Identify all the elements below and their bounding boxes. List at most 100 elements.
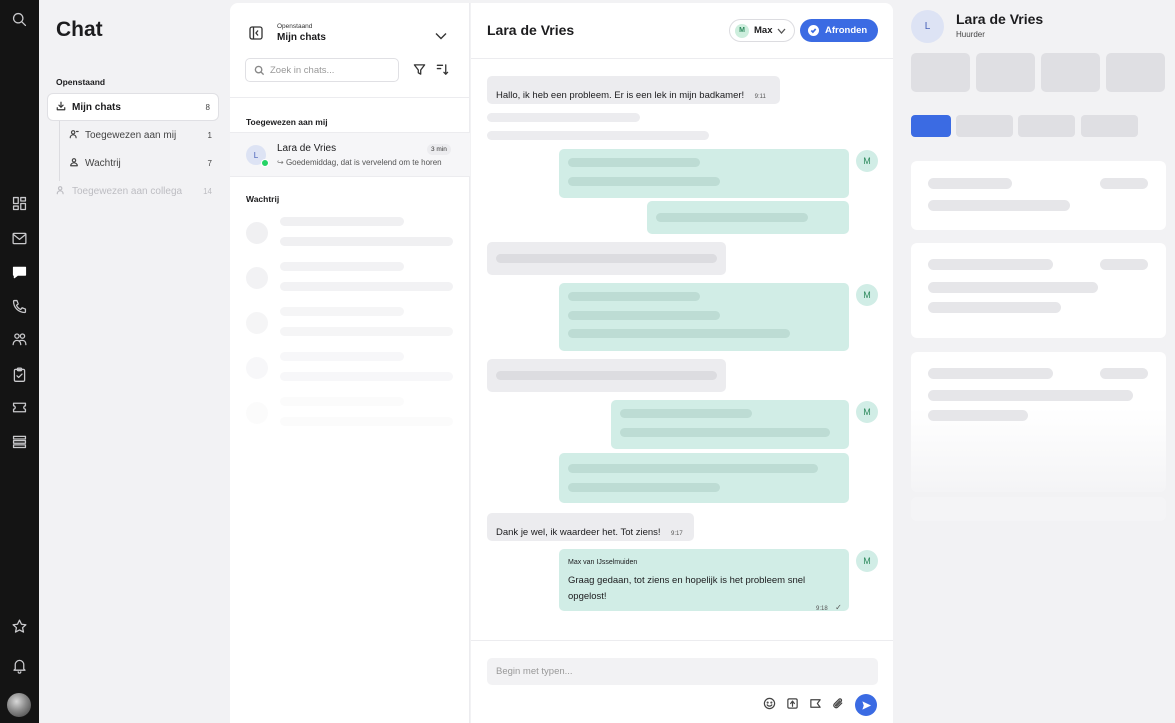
message-outgoing-placeholder (559, 283, 849, 351)
info-card-placeholder (911, 352, 1166, 492)
skeleton-line (568, 177, 720, 186)
filter-icon[interactable] (413, 63, 426, 81)
chevron-down-icon (777, 28, 786, 34)
colleague-icon (56, 185, 66, 198)
skeleton-line (1100, 259, 1148, 270)
message-sender: Max van IJsselmuiden (568, 559, 638, 566)
star-icon[interactable] (9, 616, 29, 636)
skeleton-line (280, 262, 404, 271)
skeleton-line (928, 282, 1098, 293)
skeleton-line (928, 302, 1061, 313)
phone-icon[interactable] (9, 296, 29, 316)
search-input[interactable] (270, 64, 390, 76)
skeleton-line (620, 409, 752, 418)
user-avatar[interactable] (7, 693, 31, 717)
skeleton-line (928, 390, 1133, 401)
skeleton-line (568, 483, 720, 492)
search-icon (254, 65, 265, 75)
info-card-placeholder (911, 161, 1166, 230)
message-input[interactable] (487, 658, 878, 685)
nav-item-count: 8 (205, 102, 210, 112)
skeleton-line (568, 464, 818, 473)
tab-placeholder[interactable] (956, 115, 1013, 137)
message-incoming: Hallo, ik heb een probleem. Er is een le… (487, 76, 780, 104)
chevron-down-icon[interactable] (434, 28, 448, 46)
assignee-name: Max (754, 25, 773, 36)
quick-reply-icon[interactable] (809, 697, 823, 711)
skeleton-line (568, 311, 720, 320)
skeleton-line (280, 327, 453, 336)
tab-placeholder[interactable] (1081, 115, 1138, 137)
tab-placeholder[interactable] (1018, 115, 1075, 137)
conversation-contact-name: Lara de Vries (487, 22, 575, 38)
message-outgoing: Max van IJsselmuiden Graag gedaan, tot z… (559, 549, 849, 612)
skeleton-line (568, 329, 790, 338)
skeleton-line (487, 113, 640, 122)
collapse-panel-icon[interactable] (249, 26, 263, 40)
contact-panel: L Lara de Vries Huurder (893, 0, 1175, 723)
skeleton-line (928, 259, 1053, 270)
finish-button[interactable]: Afronden (800, 19, 878, 42)
dashboard-icon[interactable] (9, 193, 29, 213)
tasks-icon[interactable] (9, 364, 29, 384)
nav-item-count: 1 (207, 130, 212, 140)
skeleton-line (656, 213, 808, 222)
search-icon[interactable] (9, 9, 29, 29)
skeleton-avatar (246, 222, 268, 244)
group-label-queue: Wachtrij (246, 194, 280, 204)
search-box[interactable] (245, 58, 399, 82)
message-composer (471, 640, 893, 723)
nav-item-toegewezen-aan-mij[interactable]: Toegewezen aan mij 1 (69, 124, 212, 146)
send-button[interactable] (855, 694, 877, 716)
message-time: 9:11 (754, 94, 766, 100)
nav-item-mijn-chats[interactable]: Mijn chats 8 (47, 93, 219, 121)
assignee-dropdown[interactable]: M Max (729, 19, 795, 42)
queue-icon (69, 157, 79, 170)
skeleton-line (496, 254, 717, 263)
contact-name: Lara de Vries (956, 11, 1044, 27)
check-circle-icon (808, 25, 819, 36)
paperclip-icon[interactable] (832, 697, 846, 711)
skeleton-line (280, 417, 453, 426)
agent-avatar: M (856, 150, 878, 172)
nav-item-toegewezen-aan-collega[interactable]: Toegewezen aan collega 14 (56, 180, 212, 202)
action-tile-placeholder (911, 53, 970, 92)
bell-icon[interactable] (9, 655, 29, 675)
archive-icon[interactable] (9, 431, 29, 451)
app-rail (0, 0, 39, 723)
chat-time-badge: 3 min (427, 144, 451, 155)
message-outgoing-placeholder (647, 201, 849, 234)
contacts-icon[interactable] (9, 329, 29, 349)
message-outgoing-placeholder (559, 149, 849, 198)
chat-list-header: Openstaand Mijn chats (230, 3, 470, 98)
inbox-icon (56, 98, 66, 116)
nav-section-label: Openstaand (56, 77, 106, 87)
assignee-avatar: M (735, 23, 749, 38)
chat-contact-name: Lara de Vries (277, 143, 337, 154)
chat-list-panel: Openstaand Mijn chats Toegewezen aan mij… (230, 3, 470, 723)
list-title[interactable]: Mijn chats (277, 32, 326, 43)
chat-preview-text: Goedemiddag, dat is vervelend om te hore… (285, 158, 442, 167)
nav-item-wachtrij[interactable]: Wachtrij 7 (69, 152, 212, 174)
chat-preview: ↪ Goedemiddag, dat is vervelend om te ho… (277, 158, 457, 167)
read-check-icon: ✓ (835, 603, 842, 612)
chat-icon[interactable] (5, 259, 33, 285)
message-outgoing-placeholder (611, 400, 849, 449)
sort-icon[interactable] (436, 63, 449, 81)
message-time: 9:17 (671, 531, 683, 537)
ticket-icon[interactable] (9, 397, 29, 417)
group-label-assigned: Toegewezen aan mij (246, 117, 328, 127)
skeleton-line (928, 410, 1028, 421)
template-icon[interactable] (786, 697, 800, 711)
page-title: Chat (56, 18, 103, 41)
mail-icon[interactable] (9, 228, 29, 248)
info-card-placeholder (911, 243, 1166, 338)
emoji-icon[interactable] (763, 697, 777, 711)
skeleton-line (280, 352, 404, 361)
skeleton-line (568, 158, 700, 167)
nav-item-label: Mijn chats (72, 101, 121, 113)
chat-list-item[interactable]: L Lara de Vries 3 min ↪ Goedemiddag, dat… (230, 132, 470, 177)
agent-avatar: M (856, 401, 878, 423)
skeleton-line (280, 217, 404, 226)
tab-active-placeholder[interactable] (911, 115, 951, 137)
